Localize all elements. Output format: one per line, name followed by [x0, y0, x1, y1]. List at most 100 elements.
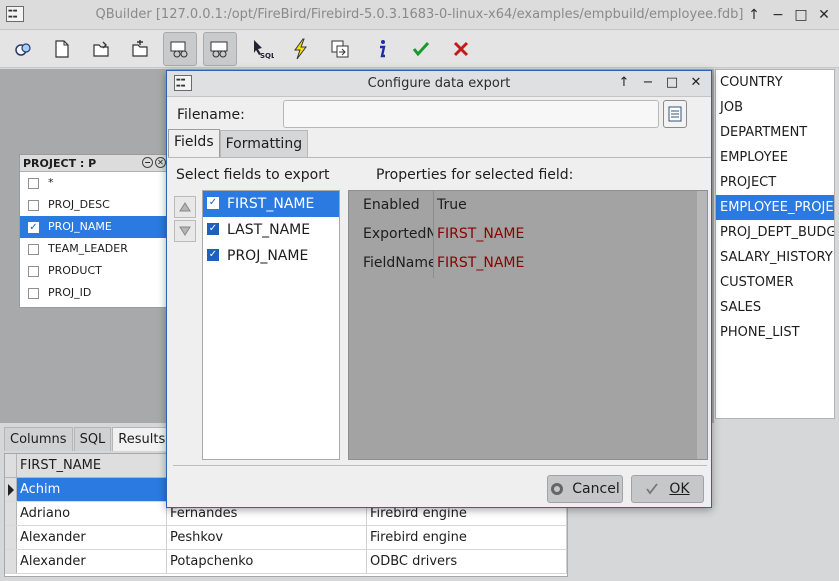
window-minimize-button[interactable]: − [768, 5, 788, 25]
project-field-row[interactable]: PROJ_ID [20, 282, 166, 304]
dialog-tab-formatting[interactable]: Formatting [219, 130, 309, 157]
column-header-first-name[interactable]: FIRST_NAME [17, 454, 167, 477]
table-cell[interactable]: Potapchenko [167, 550, 367, 573]
table-list-item[interactable]: DEPARTMENT [716, 120, 834, 145]
bottom-tab[interactable]: SQL [73, 427, 112, 451]
move-up-button[interactable] [174, 196, 196, 218]
table-cell[interactable]: Alexander [17, 550, 167, 573]
execute-icon[interactable] [284, 32, 318, 66]
export-field-label: LAST_NAME [227, 222, 311, 238]
export-field-list[interactable]: ✓ FIRST_NAME ✓ LAST_NAME ✓ PROJ_NAME [202, 190, 340, 460]
table-list-item[interactable]: EMPLOYEE_PROJECT [716, 195, 834, 220]
dialog-tabs: Fields Formatting [168, 129, 309, 157]
window-maximize-button[interactable]: □ [791, 5, 811, 25]
properties-scrollbar[interactable] [697, 191, 707, 459]
property-value[interactable]: FIRST_NAME [434, 249, 524, 278]
export-field-item[interactable]: ✓ FIRST_NAME [203, 191, 339, 217]
table-list-item[interactable]: COUNTRY [716, 70, 834, 95]
table-row[interactable]: Alexander Peshkov Firebird engine [5, 526, 567, 550]
field-checkbox[interactable] [28, 287, 39, 299]
project-field-row[interactable]: PROJ_DESC [20, 194, 166, 216]
move-down-button[interactable] [174, 220, 196, 242]
table-cell[interactable]: Alexander [17, 526, 167, 549]
field-label: PROJ_ID [48, 286, 92, 299]
field-checkbox[interactable] [28, 265, 39, 277]
open-icon[interactable] [84, 32, 118, 66]
field-checkbox[interactable]: ✓ [207, 222, 219, 235]
window-pin-button[interactable]: ↑ [744, 5, 764, 25]
field-checkbox[interactable] [28, 243, 39, 255]
export-icon[interactable] [323, 32, 357, 66]
dialog-tab-fields[interactable]: Fields [168, 129, 220, 157]
dialog-maximize-button[interactable]: □ [663, 74, 681, 92]
project-table-header[interactable]: PROJECT : P − ✕ [20, 155, 166, 172]
property-row[interactable]: ExportedNameFIRST_NAME [349, 220, 707, 249]
properties-grid[interactable]: EnabledTrueExportedNameFIRST_NAMEFieldNa… [348, 190, 708, 460]
cancel-label: Cancel [572, 481, 620, 497]
row-indicator [5, 526, 17, 549]
info-icon[interactable] [365, 32, 399, 66]
bottom-tab[interactable]: Columns [4, 427, 73, 451]
dialog-close-button[interactable]: ✕ [687, 74, 705, 92]
field-checkbox[interactable] [28, 199, 39, 211]
project-field-row[interactable]: PRODUCT [20, 260, 166, 282]
property-key: Enabled [349, 191, 434, 220]
export-dialog: ▬▬ ▬▬ Configure data export ↑ − □ ✕ Filen… [166, 70, 712, 508]
connect-icon[interactable] [6, 32, 40, 66]
property-value[interactable]: FIRST_NAME [434, 220, 524, 249]
table-cell[interactable]: Adriano [17, 502, 167, 525]
filename-input[interactable] [283, 100, 659, 128]
table-cell[interactable]: Peshkov [167, 526, 367, 549]
cancel-button[interactable]: Cancel [547, 475, 623, 503]
project-field-row[interactable]: * [20, 172, 166, 194]
new-icon[interactable] [45, 32, 79, 66]
table-list-item[interactable]: PHONE_LIST [716, 320, 834, 345]
filename-label: Filename: [177, 107, 245, 123]
close-icon[interactable]: ✕ [155, 157, 166, 168]
sql-icon[interactable]: SQL [245, 32, 279, 66]
project-table-box[interactable]: PROJECT : P − ✕ * PROJ_DESC ✓ PROJ_NAME TEAM… [19, 154, 167, 308]
property-row[interactable]: FieldName FIRST_NAME [349, 249, 707, 278]
bottom-tab[interactable]: Results [112, 427, 172, 451]
project-field-row[interactable]: TEAM_LEADER [20, 238, 166, 260]
export-field-item[interactable]: ✓ PROJ_NAME [203, 243, 339, 269]
arrow-down-icon [179, 226, 191, 236]
table-row[interactable]: Alexander Potapchenko ODBC drivers [5, 550, 567, 574]
property-row[interactable]: Enabled True [349, 191, 707, 220]
table-list-item[interactable]: JOB [716, 95, 834, 120]
table-list-item[interactable]: EMPLOYEE [716, 145, 834, 170]
field-checkbox[interactable]: ✓ [28, 221, 39, 233]
save-icon[interactable] [123, 32, 157, 66]
export-field-label: FIRST_NAME [227, 196, 315, 212]
field-checkbox[interactable]: ✓ [207, 196, 219, 209]
export-field-item[interactable]: ✓ LAST_NAME [203, 217, 339, 243]
table-cell[interactable]: Achim [17, 478, 167, 501]
ok-button[interactable]: OK [631, 475, 704, 503]
pane-splitter[interactable] [342, 190, 346, 460]
table-list-item[interactable]: PROJECT [716, 170, 834, 195]
dialog-titlebar: ▬▬ ▬▬ Configure data export ↑ − □ ✕ [167, 71, 711, 97]
table-list-item[interactable]: SALARY_HISTORY [716, 245, 834, 270]
rollback-icon[interactable] [444, 32, 478, 66]
project-table-title: PROJECT : P [23, 157, 97, 170]
visual-builder-icon[interactable] [163, 32, 197, 66]
svg-text:SQL: SQL [260, 52, 274, 60]
dialog-minimize-button[interactable]: − [639, 74, 657, 92]
collapse-icon[interactable]: − [142, 157, 153, 168]
table-list-item[interactable]: SALES [716, 295, 834, 320]
property-value[interactable]: True [434, 191, 467, 220]
dialog-pin-button[interactable]: ↑ [615, 74, 633, 92]
field-checkbox[interactable] [28, 177, 39, 189]
design-icon[interactable] [203, 32, 237, 66]
field-checkbox[interactable]: ✓ [207, 248, 219, 261]
fields-tab-pane: Select fields to export Properties for s… [168, 157, 711, 462]
project-field-row[interactable]: ✓ PROJ_NAME [20, 216, 166, 238]
commit-icon[interactable] [404, 32, 438, 66]
table-list-item[interactable]: PROJ_DEPT_BUDGET [716, 220, 834, 245]
window-close-button[interactable]: ✕ [814, 5, 834, 25]
browse-file-button[interactable] [663, 100, 687, 128]
property-key: ExportedName [349, 220, 434, 249]
table-list-item[interactable]: CUSTOMER [716, 270, 834, 295]
table-cell[interactable]: ODBC drivers [367, 550, 567, 573]
table-cell[interactable]: Firebird engine [367, 526, 567, 549]
